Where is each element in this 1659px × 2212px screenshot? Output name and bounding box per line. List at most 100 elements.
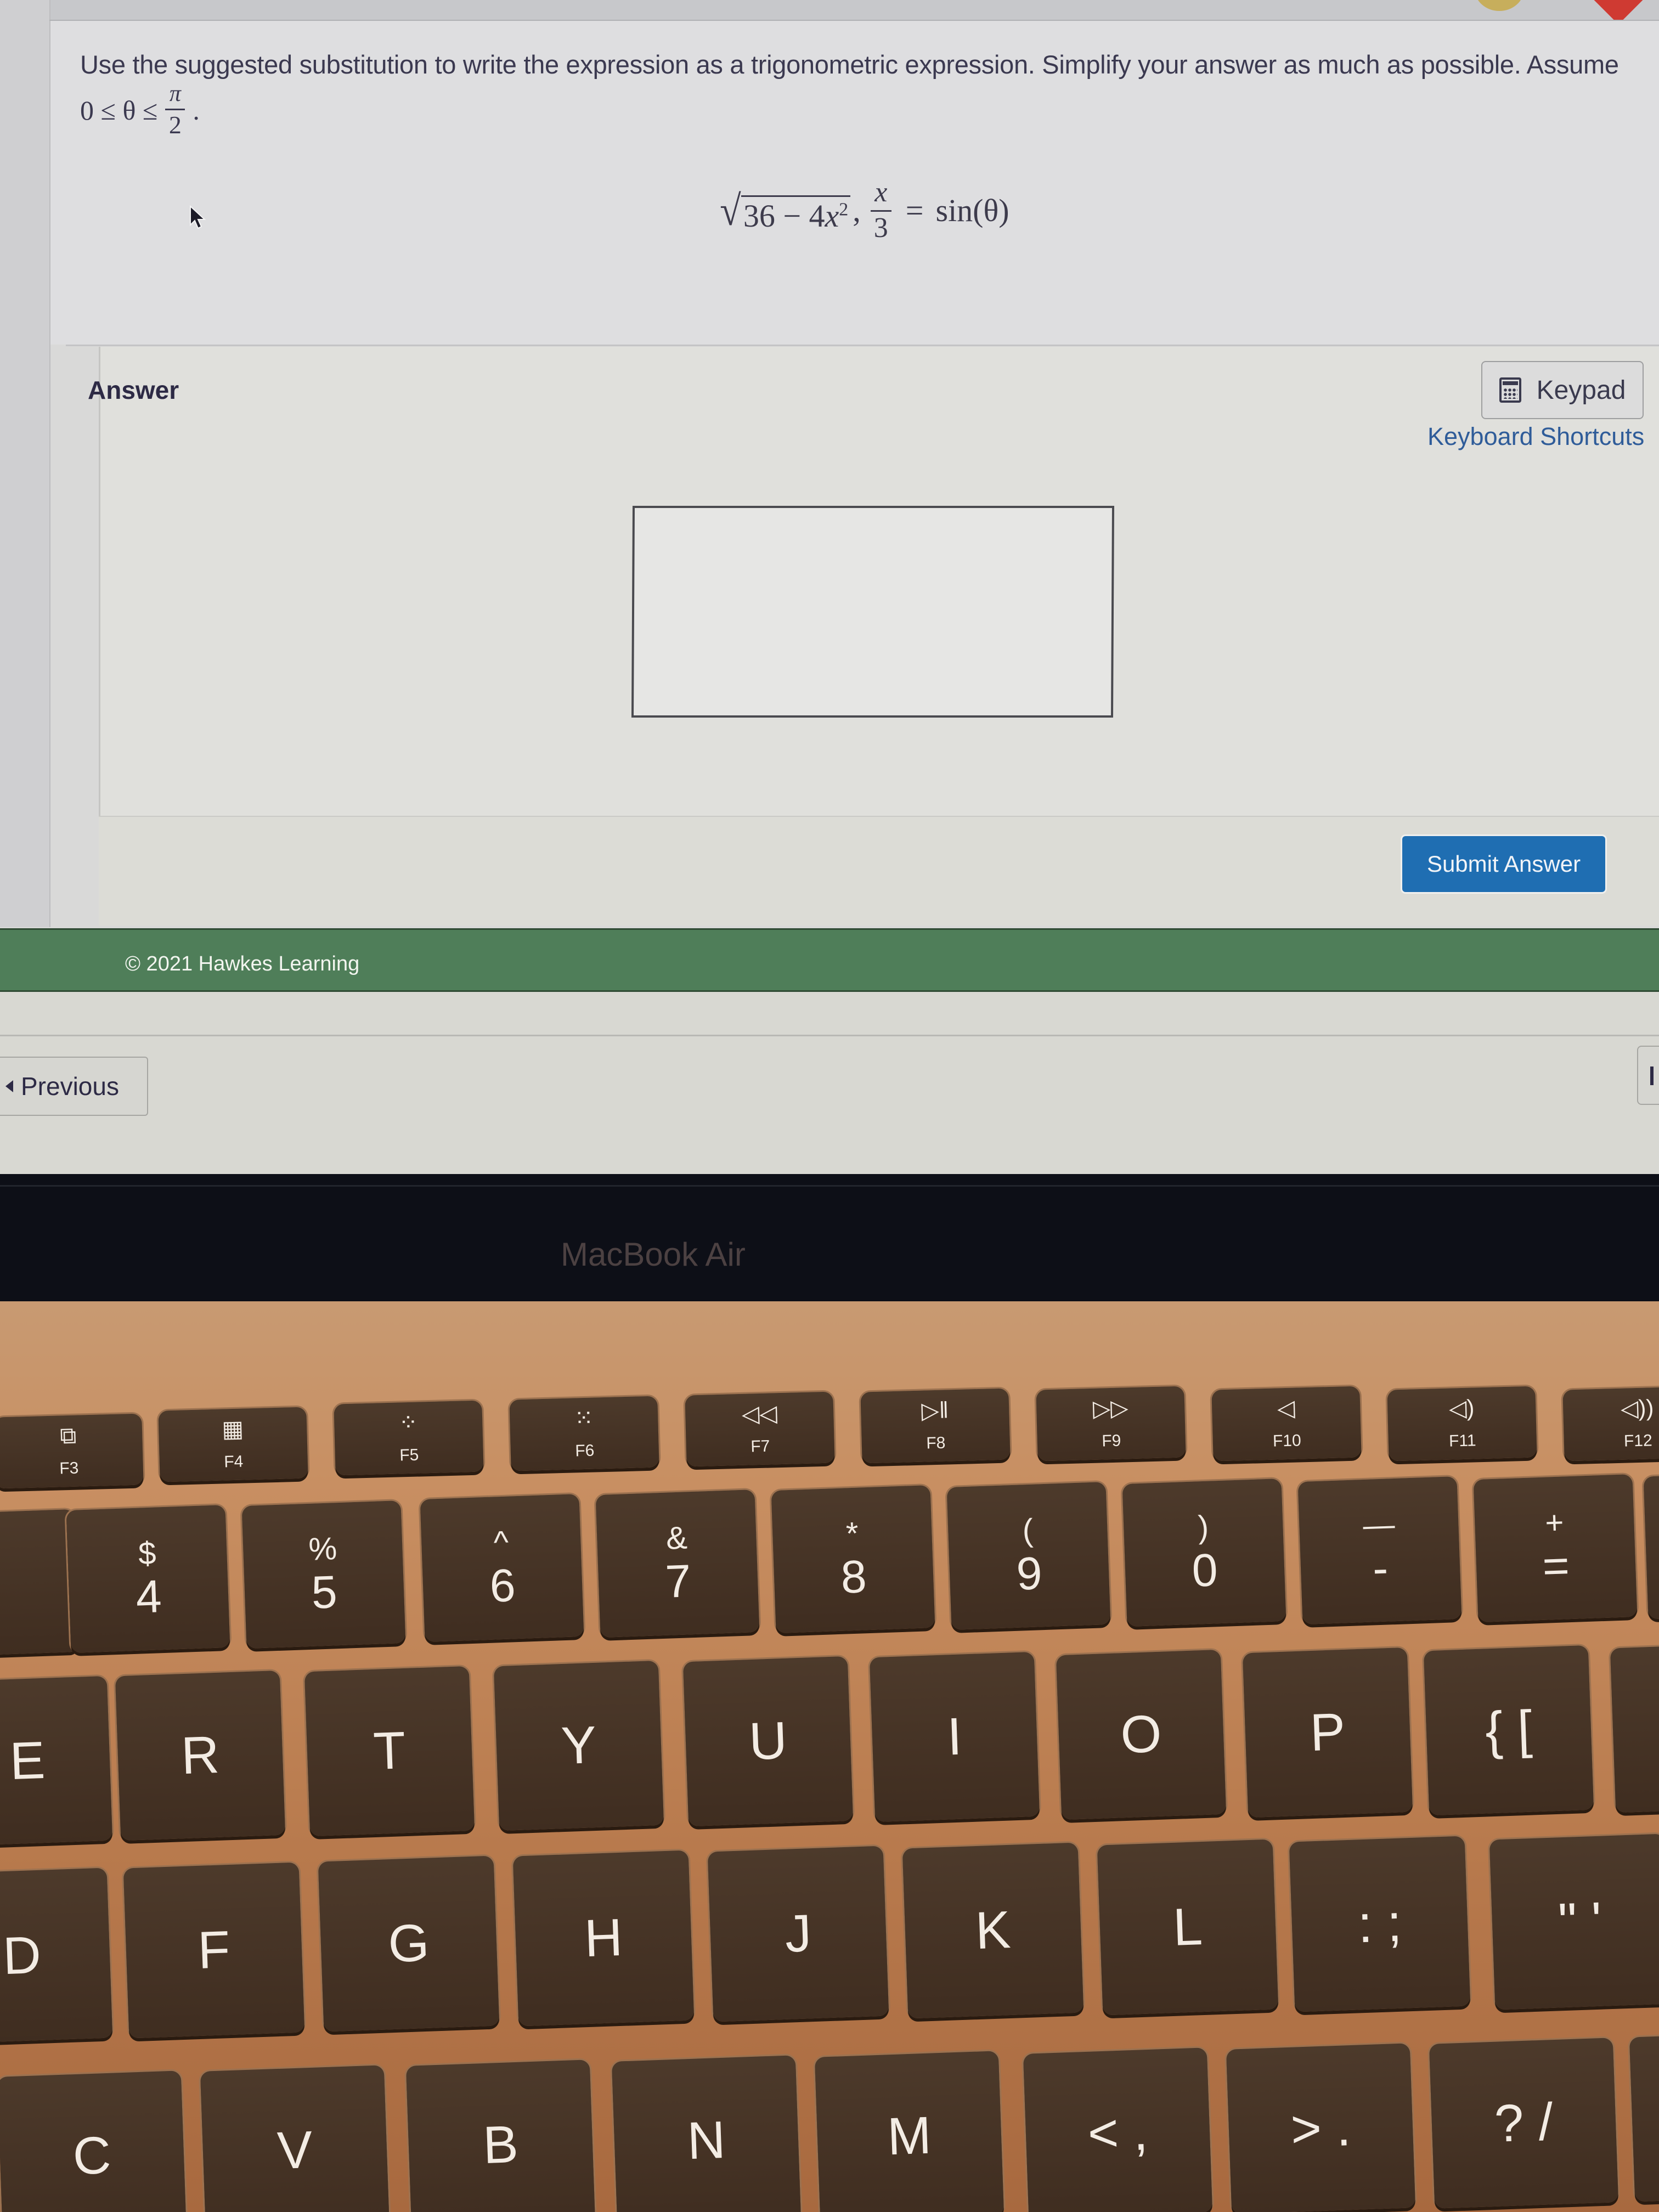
key-shift-symbol: (	[1022, 1512, 1034, 1549]
key-period[interactable]: > .	[1226, 2043, 1416, 2212]
key-main-symbol: 8	[840, 1550, 868, 1603]
key-y[interactable]: Y	[493, 1660, 664, 1831]
key-c[interactable]: C	[0, 2070, 187, 2212]
key-shift-right[interactable]	[1629, 2033, 1659, 2202]
key-p[interactable]: P	[1242, 1647, 1413, 1818]
next-button[interactable]	[1637, 1046, 1659, 1105]
key-v[interactable]: V	[200, 2065, 390, 2212]
function-key-f7[interactable]: ◁◁ F7	[685, 1391, 835, 1467]
key-l[interactable]: L	[1097, 1839, 1279, 2016]
key-n[interactable]: N	[611, 2055, 802, 2212]
key-shift-symbol: )	[1197, 1509, 1210, 1545]
key-b[interactable]: B	[405, 2059, 596, 2212]
key-label: F6	[574, 1441, 595, 1460]
left-gutter	[0, 0, 50, 927]
key-label: Y	[560, 1715, 597, 1776]
screen: Use the suggested substitution to write …	[0, 0, 1659, 1174]
key-=[interactable]: + =	[1473, 1474, 1638, 1622]
keypad-button[interactable]: Keypad	[1481, 361, 1644, 419]
key-r[interactable]: R	[115, 1670, 286, 1841]
key-6[interactable]: ^ 6	[420, 1494, 584, 1642]
key-u[interactable]: U	[682, 1656, 854, 1827]
key-k[interactable]: K	[902, 1842, 1084, 2019]
key-label: B	[482, 2114, 520, 2175]
key-label: N	[686, 2110, 726, 2171]
key-8[interactable]: * 8	[771, 1485, 935, 1633]
key-bracket[interactable]: { [	[1423, 1645, 1594, 1816]
key-5[interactable]: % 5	[241, 1500, 406, 1649]
function-key-f9[interactable]: ▷▷ F9	[1036, 1386, 1186, 1462]
key-label: M	[886, 2106, 933, 2166]
key-main-symbol: -	[1372, 1542, 1389, 1594]
function-key-f8[interactable]: ▷‖ F8	[860, 1388, 1011, 1464]
key-label: I	[946, 1707, 963, 1767]
key-e[interactable]: E	[0, 1675, 113, 1847]
key-0[interactable]: ) 0	[1122, 1479, 1286, 1627]
radicand-constant: 36 − 4	[743, 198, 825, 234]
fraction-numerator: x	[874, 177, 888, 208]
f8-symbol-icon: ▷‖	[921, 1397, 949, 1424]
key-comma[interactable]: < ,	[1023, 2047, 1213, 2212]
key-label: : ;	[1357, 1893, 1403, 1954]
caret-left-icon	[5, 1080, 13, 1092]
key-h[interactable]: H	[512, 1850, 695, 2027]
radical-sign: √	[720, 186, 741, 234]
key-label: F3	[59, 1459, 79, 1478]
key--[interactable]: — -	[1297, 1476, 1462, 1624]
key-label: F11	[1448, 1431, 1476, 1451]
key-4[interactable]: $4	[66, 1505, 230, 1653]
f7-symbol-icon: ◁◁	[741, 1400, 778, 1427]
previous-button[interactable]: Previous	[0, 1057, 148, 1116]
f5-symbol-icon: ⁘	[398, 1409, 419, 1436]
key-f[interactable]: F	[123, 1862, 305, 2039]
key-t[interactable]: T	[304, 1666, 475, 1837]
key-9[interactable]: (9	[946, 1482, 1111, 1630]
function-key-f10[interactable]: ◁ F10	[1211, 1386, 1362, 1462]
pi-over-two-fraction: π 2	[165, 82, 185, 138]
f9-symbol-icon: ▷▷	[1092, 1395, 1129, 1421]
key-shift-symbol: $	[138, 1535, 157, 1572]
key-slash[interactable]: ? /	[1429, 2038, 1619, 2209]
answer-input[interactable]	[631, 506, 1115, 718]
device-label: MacBook Air	[561, 1236, 746, 1273]
keyboard-shortcuts-link[interactable]: Keyboard Shortcuts	[1427, 422, 1644, 451]
bezel-edge	[0, 1185, 1659, 1187]
key-label: H	[583, 1908, 624, 1968]
key-j[interactable]: J	[707, 1846, 889, 2022]
key-semicolon[interactable]: : ;	[1289, 1836, 1471, 2012]
divider	[0, 1035, 1659, 1036]
f3-symbol-icon: ⧉	[59, 1422, 77, 1449]
key-m[interactable]: M	[814, 2051, 1005, 2212]
function-key-f12[interactable]: ◁)) F12	[1562, 1386, 1659, 1462]
copyright-text: © 2021 Hawkes Learning	[125, 952, 360, 975]
function-key-f3[interactable]: ⧉ F3	[0, 1413, 144, 1489]
key-label: F	[196, 1920, 232, 1980]
function-key-f6[interactable]: ⁙ F6	[509, 1396, 659, 1471]
key-g[interactable]: G	[318, 1855, 500, 2032]
key-d[interactable]: D	[0, 1867, 113, 2044]
key-label: F9	[1101, 1431, 1121, 1451]
key-label: U	[748, 1711, 788, 1771]
key-i[interactable]: I	[869, 1651, 1040, 1822]
key-label: G	[387, 1913, 431, 1974]
answer-label: Answer	[88, 376, 179, 404]
keypad-label: Keypad	[1536, 375, 1626, 405]
function-key-f11[interactable]: ◁) F11	[1387, 1386, 1537, 1462]
divider	[66, 345, 1659, 346]
x-over-three-fraction: x 3	[870, 177, 891, 244]
key-7[interactable]: & 7	[595, 1489, 760, 1638]
key-label: V	[276, 2120, 314, 2181]
key-label: " '	[1557, 1891, 1603, 1952]
key-o[interactable]: O	[1056, 1649, 1227, 1820]
key-quote[interactable]: " '	[1489, 1833, 1659, 2010]
submit-answer-button[interactable]: Submit Answer	[1402, 836, 1605, 892]
function-key-f4[interactable]: ▦ F4	[158, 1407, 308, 1482]
function-key-f5[interactable]: ⁘ F5	[334, 1400, 484, 1476]
fraction-denominator: 3	[873, 212, 888, 244]
key-shift-symbol: &	[665, 1520, 688, 1556]
key-shift-symbol: *	[845, 1515, 859, 1552]
key-close-bracket[interactable]	[1610, 1643, 1659, 1813]
navigation-area	[0, 992, 1659, 1174]
key-label: > .	[1289, 2098, 1352, 2159]
key-shift-symbol: —	[1362, 1506, 1396, 1543]
